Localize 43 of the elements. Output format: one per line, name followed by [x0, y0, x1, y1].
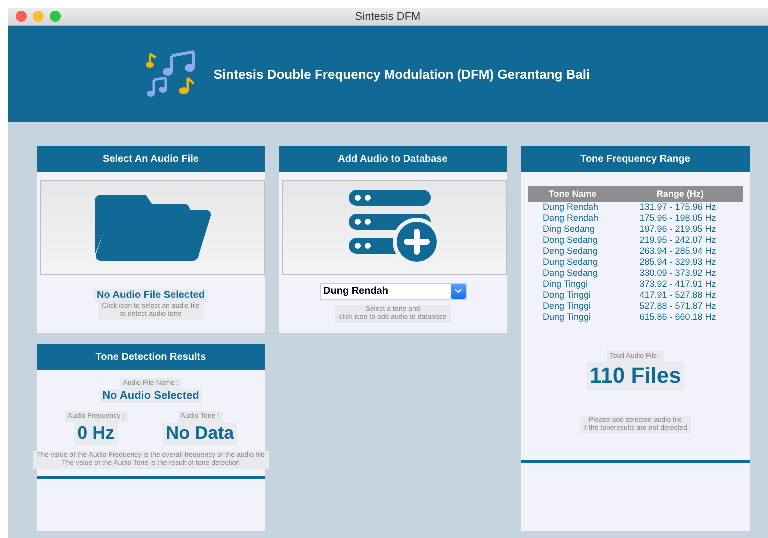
window-title: Sintesis DFM [355, 10, 421, 22]
table-cell-text: 219.95 - 242.07 Hz [638, 235, 718, 246]
panel-title: Add Audio to Database [279, 146, 507, 172]
table-cell-text: 197.96 - 219.95 Hz [638, 224, 718, 235]
table-cell-text: 263.94 - 285.94 Hz [638, 246, 718, 257]
table-cell-text: Dang Rendah [542, 213, 600, 224]
chevron-down-icon [454, 289, 462, 294]
panel-title: Select An Audio File [37, 146, 265, 172]
table-cell-text: Dong Tinggi [542, 290, 592, 301]
table-cell: 131.97 - 175.96 Hz [618, 202, 743, 213]
table-cell-text: Deng Sedang [542, 246, 600, 257]
table-cell-text: Dang Sedang [542, 268, 600, 279]
panel-title: Tone Detection Results [37, 344, 265, 370]
table-cell-text: 330.09 - 373.92 Hz [638, 268, 718, 279]
add-audio-button[interactable] [282, 180, 507, 275]
panel-title: Tone Frequency Range [521, 146, 750, 172]
table-cell-text: Dung Tinggi [542, 312, 592, 323]
table-cell-text: Dung Sedang [542, 257, 600, 268]
total-value: 110 Files [586, 362, 684, 390]
column-header: Tone Name [528, 186, 618, 202]
select-file-button[interactable] [40, 180, 265, 275]
app-title: Sintesis Double Frequency Modulation (DFM) Gerantang Bali [214, 66, 590, 82]
zoom-button[interactable] [50, 11, 61, 22]
table-cell-text: 373.92 - 417.91 Hz [638, 279, 718, 290]
folder-icon [94, 194, 210, 260]
table-cell-text: Dong Sedang [542, 235, 600, 246]
table-cell-text: 527.88 - 571.87 Hz [638, 301, 718, 312]
close-button[interactable] [16, 11, 27, 22]
table-cell-text: 175.96 - 198.05 Hz [638, 213, 718, 224]
table-cell-text: 615.86 - 660.18 Hz [638, 312, 718, 323]
tone-value: No Data [163, 422, 238, 445]
tone-dropdown[interactable]: Dung Rendah [320, 283, 466, 300]
file-name-value: No Audio Selected [100, 389, 202, 403]
frequency-value: 0 Hz [74, 422, 118, 445]
file-status: No Audio File Selected [94, 289, 208, 302]
column-header: Range (Hz) [618, 186, 743, 202]
table-cell-text: Ding Tinggi [542, 279, 590, 290]
table-cell-text: 285.94 - 329.93 Hz [638, 257, 718, 268]
table-cell-text: Ding Sedang [542, 224, 596, 235]
table-cell: Dung Rendah [528, 202, 618, 213]
minimize-button[interactable] [33, 11, 44, 22]
table-cell-text: 417.91 - 527.88 Hz [638, 290, 718, 301]
table-cell-text: Deng Tinggi [542, 301, 592, 312]
